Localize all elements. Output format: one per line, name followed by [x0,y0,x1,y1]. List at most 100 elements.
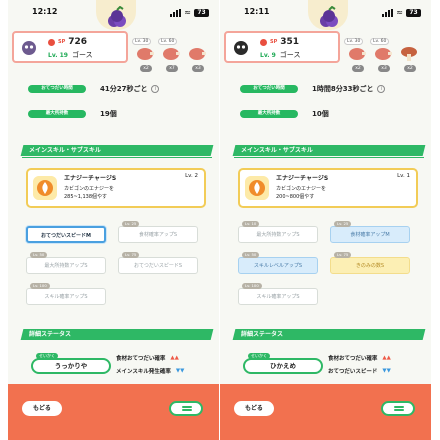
subskill-label: スキル確率アップS [256,294,300,300]
bottom-bar: もどる [8,384,219,440]
back-button[interactable]: もどる [22,401,62,416]
menu-button[interactable] [169,401,203,416]
hp-row: SP 351 [260,37,299,47]
pokemon-card[interactable]: SP 351 Lv. 9 ゴース [224,31,340,63]
info-icon[interactable]: i [151,85,160,93]
nature-tag: せいかく [248,353,270,359]
subskill-5[interactable]: Lv. 100 スキル確率アップS [238,283,318,305]
level-row: Lv. 19 ゴース [48,50,93,60]
berry-icon [108,6,126,27]
hp-value: 351 [280,37,300,47]
pokemon-level: Lv. 9 [260,51,276,59]
max-carry-label: 最大所持数 [240,110,298,118]
wifi-icon: ≈ [184,8,191,17]
ingredient-count: x2 [140,65,152,72]
subskill-label: おてつだいスピードM [41,233,91,239]
section-divider [234,157,424,158]
nature-value[interactable]: うっかりや [31,358,111,374]
meat-ingredient-icon [349,48,366,60]
pokemon-sprite-icon [234,41,248,55]
subskill-4[interactable]: Lv. 75 おてつだいスピードS [118,252,198,274]
nature-effect-down: メインスキル発生確率 ▼▼ [116,367,184,375]
up-arrows-icon: ▲▲ [170,355,179,361]
skill-description: カビゴンのエナジーを 200~800個やす [276,186,326,201]
pokemon-sprite-icon [22,41,36,55]
right-phone-screen: 12:11 ≈ 73 SP 351 Lv. 9 ゴース Lv. 30 x2 Lv… [220,0,431,440]
nature-value[interactable]: ひかえめ [243,358,323,374]
subskill-level-tag: Lv. 50 [242,252,260,258]
subskill-1[interactable]: おてつだいスピードM [26,226,106,243]
subskill-label: きのみの数S [355,263,385,269]
help-time-label: おてつだい時間 [240,85,298,93]
pokemon-card[interactable]: SP 726 Lv. 19 ゴース [12,31,128,63]
meat-ingredient-icon [375,48,392,60]
nature-tag: せいかく [36,353,58,359]
flame-icon [245,176,269,200]
skill-desc-line-2: 285~1,138個やす [64,193,108,200]
skill-name: エナジーチャージS [276,175,329,182]
skill-section-header: メインスキル・サブスキル [20,145,214,156]
status-icons: ≈ 73 [170,9,209,17]
signal-icon [382,9,394,17]
subskill-2[interactable]: Lv. 25 食材確率アップM [330,221,410,243]
battery-indicator: 73 [406,9,421,17]
back-button[interactable]: もどる [234,401,274,416]
subskill-4[interactable]: Lv. 75 きのみの数S [330,252,410,274]
subskill-3[interactable]: Lv. 50 スキルレベルアップS [238,252,318,274]
skill-description: カビゴンのエナジーを 285~1,138個やす [64,186,114,201]
help-time-row: おてつだい時間 1時間8分33秒ごと i [240,83,386,95]
help-time-value: 41分27秒ごと [100,85,148,93]
effect-label: 食材おてつだい確率 [328,356,378,362]
ingredient-slot-3: x2 [396,38,422,72]
subskill-level-tag: Lv. 75 [122,252,140,258]
skill-section-title: メインスキル・サブスキル [241,147,313,154]
down-arrows-icon: ▼▼ [175,368,185,374]
subskill-1[interactable]: Lv. 10 最大所持数アップS [238,221,318,243]
left-phone-screen: 12:12 ≈ 73 SP 726 Lv. 19 ゴース Lv. 30 x2 L… [8,0,219,440]
subskill-level-tag: Lv. 100 [30,283,50,289]
ingredient-slot-3: x3 [184,38,210,72]
wifi-icon: ≈ [396,8,403,17]
berry-icon [320,6,338,27]
subskill-label: スキルレベルアップS [253,263,303,269]
info-icon[interactable]: i [377,85,386,93]
subskill-label: 最大所持数アップS [256,232,300,238]
nature-effect-up: 食材おてつだい確率 ▲▲ [116,354,179,362]
subskill-3[interactable]: Lv. 50 最大所持数アップS [26,252,106,274]
detail-section-title: 詳細ステータス [29,331,72,338]
ingredient-slot-1: Lv. 30 x2 [132,38,158,72]
main-skill-card[interactable]: エナジーチャージS Lv. 1 カビゴンのエナジーを 200~800個やす [238,168,418,208]
bottom-bar: もどる [220,384,431,440]
sp-badge: SP [270,39,278,45]
subskill-label: 最大所持数アップS [44,263,88,269]
effect-label: おてつだいスピード [328,369,378,375]
hp-row: SP 726 [48,37,87,47]
meat-ingredient-icon [189,48,206,60]
subskill-5[interactable]: Lv. 100 スキル確率アップS [26,283,106,305]
subskill-level-tag: Lv. 10 [242,221,260,227]
max-carry-value: 19個 [100,110,117,118]
section-divider [22,157,212,158]
ingredient-count: x3 [192,65,204,72]
skill-level: Lv. 1 [397,173,410,179]
max-carry-label: 最大所持数 [28,110,86,118]
main-skill-card[interactable]: エナジーチャージS Lv. 2 カビゴンのエナジーを 285~1,138個やす [26,168,206,208]
pokemon-name: ゴース [279,51,301,59]
subskill-level-tag: Lv. 100 [242,283,262,289]
down-arrows-icon: ▼▼ [382,368,391,374]
subskill-2[interactable]: Lv. 25 食材確率アップS [118,221,198,243]
meat-ingredient-icon [163,48,180,60]
battery-indicator: 73 [194,9,209,17]
detail-section-header: 詳細ステータス [20,329,214,340]
status-time: 12:11 [244,7,270,16]
ingredient-slot-2: Lv. 60 x3 [370,38,396,72]
ingredient-count: x2 [404,65,416,72]
effect-label: メインスキル発生確率 [116,369,171,375]
hp-value: 726 [68,37,88,47]
subskill-level-tag: Lv. 50 [30,252,48,258]
flame-icon [33,176,57,200]
subskill-label: 食材確率アップS [138,232,178,238]
skill-desc-line-1: カビゴンのエナジーを [276,186,327,192]
menu-button[interactable] [381,401,415,416]
subskill-level-tag: Lv. 25 [334,221,352,227]
